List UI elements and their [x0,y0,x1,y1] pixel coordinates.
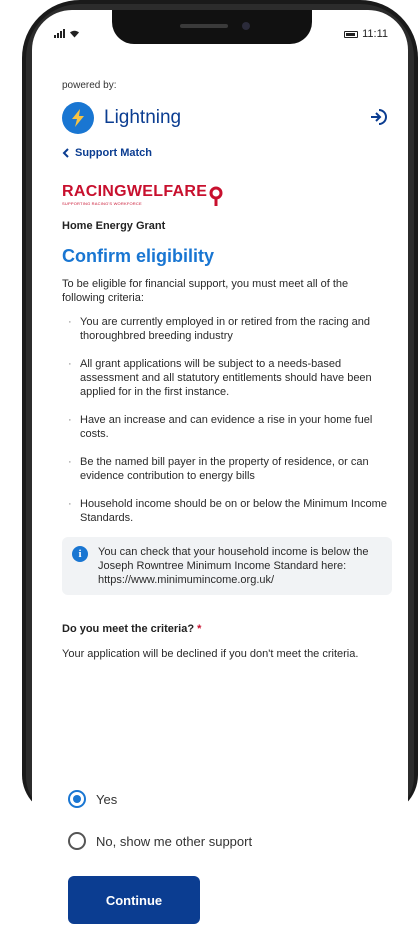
answer-section: Yes No, show me other support Continue [68,790,398,924]
radio-yes-label: Yes [96,791,118,807]
radio-yes[interactable]: Yes [68,790,398,808]
powered-by-label: powered by: [62,80,117,91]
lightning-bolt-icon [62,102,94,134]
logout-icon[interactable] [368,107,388,127]
required-mark: * [197,623,202,635]
list-item: All grant applications will be subject t… [62,357,392,399]
page-title: Confirm eligibility [62,246,215,266]
status-signal [54,28,80,38]
wifi-icon [70,30,79,38]
list-item: Be the named bill payer in the property … [62,455,392,483]
question-help: Your application will be declined if you… [62,648,359,660]
radio-selected-icon[interactable] [68,790,86,808]
back-link-label: Support Match [75,147,152,159]
continue-button[interactable]: Continue [68,876,200,924]
signal-icon [54,28,65,38]
main-content: powered by: Lightning Support Match RACI… [62,80,392,661]
grant-name: Home Energy Grant [62,220,166,232]
info-text: You can check that your household income… [98,546,369,586]
list-item: Have an increase and can evidence a rise… [62,413,392,441]
list-item: You are currently employed in or retired… [62,315,392,343]
speaker [180,24,228,28]
info-callout: i You can check that your household inco… [62,537,392,595]
battery-icon [344,30,359,38]
question-label: Do you meet the criteria? * [62,623,392,635]
racing-welfare-logo: RACINGWELFARE SUPPORTING RACING'S WORKFO… [62,184,392,206]
info-icon: i [72,546,88,562]
status-right: 11:11 [344,28,388,40]
criteria-list: You are currently employed in or retired… [62,315,392,525]
camera [242,22,250,30]
question-text: Do you meet the criteria? [62,623,195,635]
radio-no[interactable]: No, show me other support [68,832,398,850]
partner-name: RACINGWELFARE [62,183,208,200]
intro-text: To be eligible for financial support, yo… [62,278,349,304]
radio-no-label: No, show me other support [96,833,253,849]
brand-name: Lightning [104,107,182,128]
radio-unselected-icon[interactable] [68,832,86,850]
list-item: Household income should be on or below t… [62,497,392,525]
brand-header: Lightning [62,101,392,135]
back-link[interactable]: Support Match [62,147,392,159]
partner-tagline: SUPPORTING RACING'S WORKFORCE [62,201,142,206]
phone-notch [112,10,312,44]
location-pin-icon [209,186,223,206]
status-time: 11:11 [362,28,388,40]
chevron-left-icon [62,148,69,158]
